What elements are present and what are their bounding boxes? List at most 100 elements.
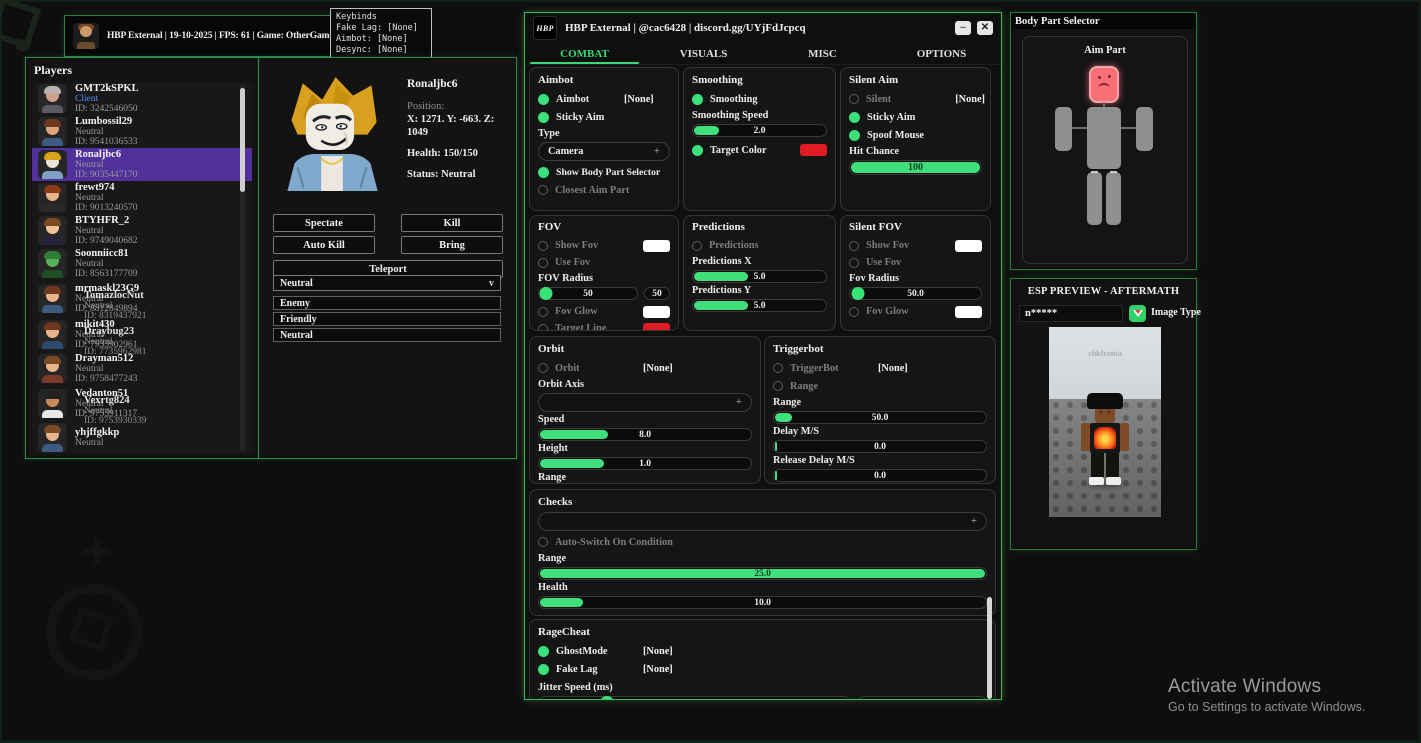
toggle-orbit[interactable]: Orbit [None] (538, 359, 752, 377)
hit-chance-slider[interactable]: 100 (849, 160, 982, 175)
jitter-speed-slider[interactable]: 3 (538, 696, 851, 699)
toggle-triggerbot[interactable]: TriggerBot [None] (773, 359, 987, 377)
toggle-predictions[interactable]: Predictions (692, 237, 827, 254)
player-row[interactable]: frewt974 Neutral ID: 9013240570 (32, 181, 252, 214)
keybind-value[interactable]: [None] (643, 646, 673, 657)
team-option-neutral[interactable]: Neutral (273, 328, 501, 342)
toggle-target-line[interactable]: Target Line (538, 320, 670, 331)
triggerbot-section: Triggerbot TriggerBot [None] Range Range… (764, 336, 996, 484)
silent-fov-radius-slider[interactable]: 50.0 (849, 287, 982, 300)
tab-misc[interactable]: MISC (763, 43, 882, 64)
body-part-left-arm[interactable] (1055, 107, 1072, 151)
color-swatch[interactable] (955, 239, 982, 252)
body-part-selector-panel: Body Part Selector Aim Part (1010, 12, 1197, 270)
toggle-auto-switch[interactable]: Auto-Switch On Condition (538, 533, 987, 551)
esp-name-input[interactable] (1019, 305, 1123, 322)
player-row[interactable]: GMT2kSPKL Client ID: 3242546050 (32, 82, 252, 115)
orbit-speed-slider[interactable]: 8.0 (538, 428, 752, 441)
plus-decoration (84, 538, 110, 564)
predictions-y-slider[interactable]: 5.0 (692, 299, 827, 312)
toggle-aimbot[interactable]: Aimbot [None] (538, 90, 670, 108)
toggle-show-fov[interactable]: Show Fov (849, 237, 982, 254)
body-part-left-leg[interactable] (1087, 172, 1102, 225)
checks-health-slider[interactable]: 10.0 (538, 596, 987, 609)
orbit-axis-dropdown[interactable]: + (538, 393, 752, 412)
window-scrollbar-thumb[interactable] (987, 597, 992, 699)
player-avatar (38, 388, 67, 418)
keybind-value[interactable]: [None] (878, 363, 908, 374)
checks-dropdown[interactable]: + (538, 512, 987, 531)
toggle-fov-glow[interactable]: Fov Glow (849, 303, 982, 320)
title-bar[interactable]: HBP HBP External | @cac6428 | discord.gg… (525, 13, 1001, 43)
tab-options[interactable]: OPTIONS (882, 43, 1001, 64)
keybind-value[interactable]: [None] (955, 94, 985, 105)
toggle-use-fov[interactable]: Use Fov (849, 254, 982, 271)
toggle-smoothing[interactable]: Smoothing (692, 90, 827, 108)
player-row[interactable]: Ronaljbc6 Neutral ID: 9035447170 (32, 148, 252, 181)
body-part-right-arm[interactable] (1136, 107, 1153, 151)
keybind-value[interactable]: [None] (643, 363, 673, 374)
toggle-label: Sticky Aim (867, 111, 916, 123)
jitter-speed-input[interactable]: 3 (857, 696, 987, 699)
player-row[interactable]: Vedanton51 Neutral ID: 9755911317 Vexrtg… (32, 385, 252, 426)
chevron-down-icon: + (970, 515, 977, 527)
bring-button[interactable]: Bring (401, 236, 503, 254)
player-row[interactable]: Soonniicc81 Neutral ID: 8563177709 (32, 247, 252, 280)
checks-range-slider[interactable]: 25.0 (538, 567, 987, 580)
color-swatch[interactable] (643, 305, 670, 318)
toggle-label: Target Line (555, 323, 607, 331)
player-row[interactable]: mrmaskl23G9 Neutral ID: 8812849894 Tomaz… (32, 280, 252, 321)
triggerbot-range-slider[interactable]: 50.0 (773, 411, 987, 424)
player-row[interactable]: Drayman512 Neutral ID: 9758477243 (32, 352, 252, 385)
toggle-label: Predictions (709, 240, 759, 251)
toggle-closest-aim-part[interactable]: Closest Aim Part (538, 181, 670, 199)
keybind-value[interactable]: [None] (643, 664, 673, 675)
close-button[interactable]: ✕ (977, 21, 993, 35)
auto-kill-button[interactable]: Auto Kill (273, 236, 375, 254)
toggle-sticky-aim[interactable]: Sticky Aim (849, 108, 982, 126)
tab-visuals[interactable]: VISUALS (644, 43, 763, 64)
color-swatch[interactable] (643, 322, 670, 330)
toggle-ghostmode[interactable]: GhostMode [None] (538, 642, 987, 660)
players-scrollbar-thumb[interactable] (240, 88, 245, 192)
player-row[interactable]: Lumbossil29 Neutral ID: 9541036533 (32, 115, 252, 148)
player-avatar (38, 216, 67, 245)
color-swatch[interactable] (955, 305, 982, 318)
color-swatch[interactable] (643, 239, 670, 252)
toggle-fov-glow[interactable]: Fov Glow (538, 303, 670, 320)
spectate-button[interactable]: Spectate (273, 214, 375, 232)
toggle-spoof-mouse[interactable]: Spoof Mouse (849, 126, 982, 144)
toggle-target-color[interactable]: Target Color (692, 141, 827, 159)
color-swatch[interactable] (800, 144, 827, 156)
fov-radius-slider[interactable]: 50 (538, 287, 638, 300)
toggle-sticky-aim[interactable]: Sticky Aim (538, 108, 670, 126)
minimize-button[interactable]: – (955, 21, 971, 35)
player-row[interactable]: yhjffgkkp Neutral (32, 421, 252, 454)
toggle-fake-lag[interactable]: Fake Lag [None] (538, 660, 987, 678)
body-part-torso[interactable] (1087, 107, 1121, 169)
aim-type-dropdown[interactable]: Camera + (538, 142, 670, 161)
hip-dash (1091, 171, 1098, 173)
triggerbot-release-slider[interactable]: 0.0 (773, 469, 987, 482)
image-type-dropdown-button[interactable] (1129, 305, 1146, 322)
body-part-head[interactable] (1089, 66, 1119, 103)
kill-button[interactable]: Kill (401, 214, 503, 232)
player-row[interactable]: BTYHFR_2 Neutral ID: 9749040682 (32, 214, 252, 247)
triggerbot-delay-slider[interactable]: 0.0 (773, 440, 987, 453)
fov-radius-input[interactable]: 50 (644, 287, 670, 300)
toggle-silent[interactable]: Silent [None] (849, 90, 985, 108)
toggle-show-body-part-selector[interactable]: Show Body Part Selector (538, 163, 670, 181)
team-dropdown[interactable]: Neutral v (273, 275, 501, 291)
team-option-friendly[interactable]: Friendly (273, 312, 501, 326)
smoothing-speed-slider[interactable]: 2.0 (692, 124, 827, 137)
toggle-use-fov[interactable]: Use Fov (538, 254, 670, 271)
keybind-value[interactable]: [None] (624, 94, 654, 105)
tab-combat[interactable]: COMBAT (525, 43, 644, 64)
body-part-right-leg[interactable] (1106, 172, 1121, 225)
player-row[interactable]: mikit430 Neutral ID: 7935902961 Draybug2… (32, 316, 252, 357)
toggle-range[interactable]: Range (773, 377, 987, 395)
predictions-x-slider[interactable]: 5.0 (692, 270, 827, 283)
toggle-show-fov[interactable]: Show Fov (538, 237, 670, 254)
orbit-height-slider[interactable]: 1.0 (538, 457, 752, 470)
team-option-enemy[interactable]: Enemy (273, 296, 501, 310)
